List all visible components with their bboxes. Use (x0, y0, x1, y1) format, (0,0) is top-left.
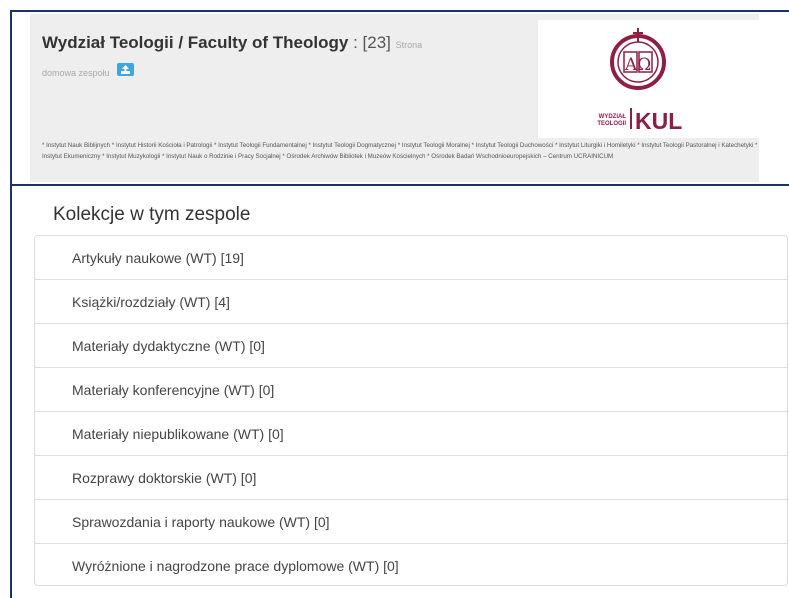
home-page-button[interactable] (117, 63, 135, 77)
kul-logo: AΩ WYDZIAŁ TEOLOGII KUL (597, 28, 682, 134)
logo-brand: KUL (635, 108, 682, 134)
collection-link[interactable]: Artykuły naukowe (WT) [19] (35, 236, 787, 280)
collection-link[interactable]: Materiały konferencyjne (WT) [0] (35, 368, 787, 412)
header-divider (10, 184, 789, 186)
upload-icon (121, 65, 131, 75)
community-title: Wydział Teologii / Faculty of Theology :… (42, 30, 532, 86)
home-link-text: Strona (395, 40, 423, 50)
collection-link[interactable]: Rozprawy doktorskie (WT) [0] (35, 456, 787, 500)
faculty-logo: AΩ WYDZIAŁ TEOLOGII KUL (538, 20, 764, 138)
item-count: [23] (362, 33, 391, 52)
collection-link[interactable]: Materiały dydaktyczne (WT) [0] (35, 324, 787, 368)
collection-link[interactable]: Materiały niepublikowane (WT) [0] (35, 412, 787, 456)
collections-list: Artykuły naukowe (WT) [19] Książki/rozdz… (34, 235, 788, 586)
emblem-letters: AΩ (624, 55, 651, 75)
community-header: Wydział Teologii / Faculty of Theology :… (30, 14, 764, 182)
home-link-text-2: domowa zespołu (42, 68, 110, 78)
collection-link[interactable]: Wyróżnione i nagrodzone prace dyplomowe … (35, 544, 787, 588)
collections-heading: Kolekcje w tym zespole (53, 204, 251, 225)
collection-link[interactable]: Sprawozdania i raporty naukowe (WT) [0] (35, 500, 787, 544)
collection-link[interactable]: Książki/rozdziały (WT) [4] (35, 280, 787, 324)
logo-text-bottom: TEOLOGII (597, 121, 626, 127)
count-separator: : (348, 33, 363, 52)
logo-text-top: WYDZIAŁ (599, 114, 627, 120)
community-name: Wydział Teologii / Faculty of Theology (42, 33, 349, 52)
community-description: * Instytut Nauk Biblijnych * Instytut Hi… (42, 142, 758, 160)
